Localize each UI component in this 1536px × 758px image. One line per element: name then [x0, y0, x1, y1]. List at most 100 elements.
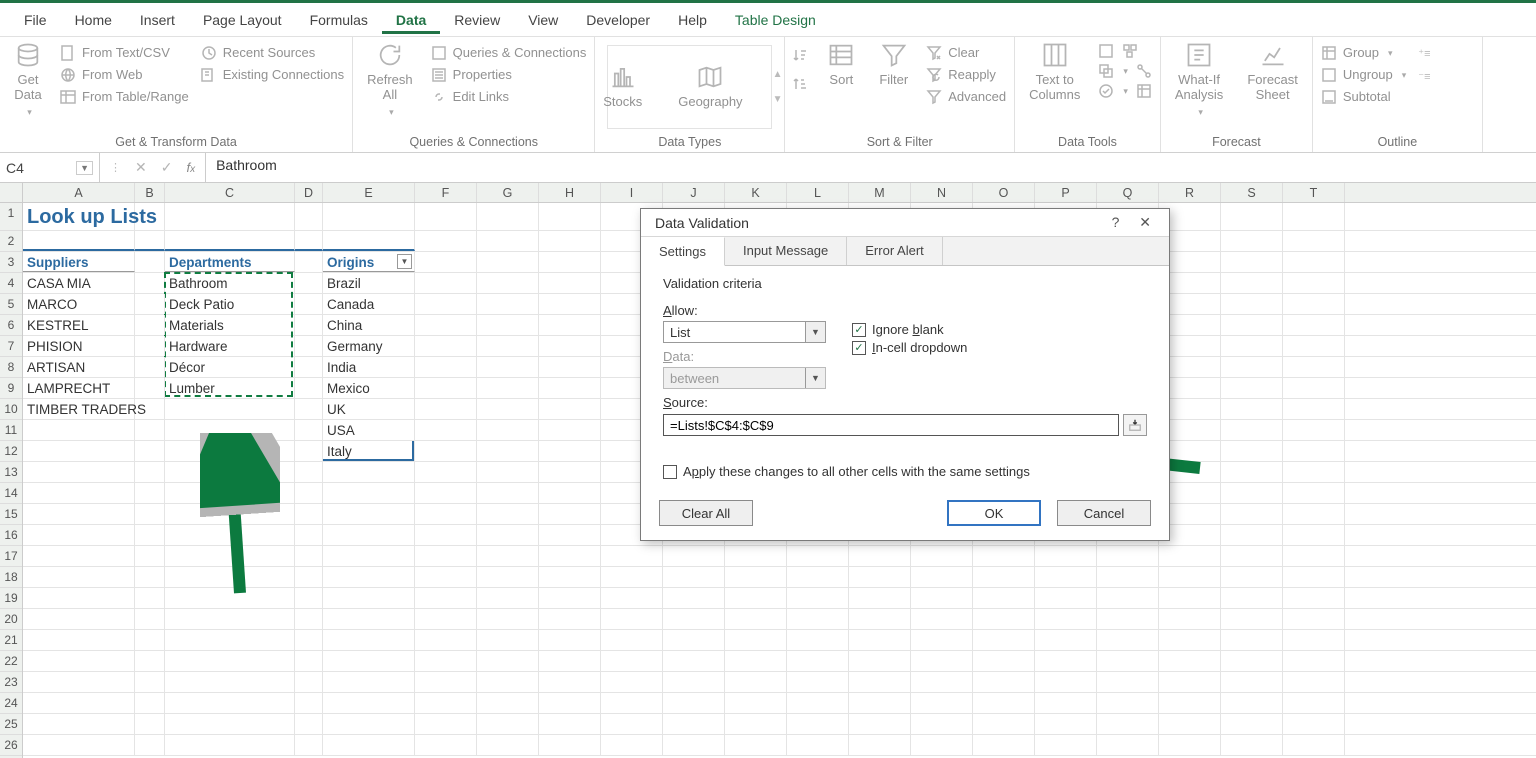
row-header-17[interactable]: 17 [0, 546, 22, 567]
cell-H21[interactable] [539, 630, 601, 650]
text-to-columns-button[interactable]: Text to Columns [1023, 41, 1086, 103]
cell-A5[interactable]: MARCO [23, 294, 135, 314]
tab-page-layout[interactable]: Page Layout [189, 6, 296, 34]
cell-C10[interactable] [165, 399, 295, 419]
cell-R24[interactable] [1159, 693, 1221, 713]
cell-B25[interactable] [135, 714, 165, 734]
whatif-button[interactable]: What-If Analysis [1169, 41, 1229, 117]
cell-S6[interactable] [1221, 315, 1283, 335]
cell-E12[interactable]: Italy [323, 441, 415, 461]
cell-H12[interactable] [539, 441, 601, 461]
cell-E8[interactable]: India [323, 357, 415, 377]
col-header-H[interactable]: H [539, 183, 601, 202]
clear-filter[interactable]: Clear [926, 43, 1006, 64]
cell-H23[interactable] [539, 672, 601, 692]
cell-E2[interactable] [323, 231, 415, 251]
cell-J21[interactable] [663, 630, 725, 650]
cell-D12[interactable] [295, 441, 323, 461]
cell-G11[interactable] [477, 420, 539, 440]
cell-G1[interactable] [477, 203, 539, 230]
row-header-15[interactable]: 15 [0, 504, 22, 525]
cell-D15[interactable] [295, 504, 323, 524]
cell-H13[interactable] [539, 462, 601, 482]
row-header-18[interactable]: 18 [0, 567, 22, 588]
cell-B13[interactable] [135, 462, 165, 482]
row-header-5[interactable]: 5 [0, 294, 22, 315]
cell-H11[interactable] [539, 420, 601, 440]
cell-I22[interactable] [601, 651, 663, 671]
row-header-10[interactable]: 10 [0, 399, 22, 420]
cell-L23[interactable] [787, 672, 849, 692]
cell-L20[interactable] [787, 609, 849, 629]
queries-connections[interactable]: Queries & Connections [431, 43, 587, 64]
cell-T16[interactable] [1283, 525, 1345, 545]
cell-C7[interactable]: Hardware [165, 336, 295, 356]
cell-G19[interactable] [477, 588, 539, 608]
cell-G10[interactable] [477, 399, 539, 419]
cell-M18[interactable] [849, 567, 911, 587]
cell-T22[interactable] [1283, 651, 1345, 671]
cell-R21[interactable] [1159, 630, 1221, 650]
cell-T5[interactable] [1283, 294, 1345, 314]
cell-J26[interactable] [663, 735, 725, 755]
col-header-G[interactable]: G [477, 183, 539, 202]
incell-dropdown-checkbox[interactable]: ✓In-cell dropdown [852, 340, 967, 355]
cell-E3[interactable]: Origins▼ [323, 252, 415, 272]
cell-G20[interactable] [477, 609, 539, 629]
cell-P24[interactable] [1035, 693, 1097, 713]
cell-A11[interactable] [23, 420, 135, 440]
cell-F22[interactable] [415, 651, 477, 671]
cell-A14[interactable] [23, 483, 135, 503]
cell-J25[interactable] [663, 714, 725, 734]
cell-B16[interactable] [135, 525, 165, 545]
cell-F21[interactable] [415, 630, 477, 650]
name-box[interactable]: C4 ▼ [0, 153, 100, 182]
cell-D13[interactable] [295, 462, 323, 482]
cell-M17[interactable] [849, 546, 911, 566]
dialog-help-icon[interactable]: ? [1104, 212, 1128, 232]
cell-D8[interactable] [295, 357, 323, 377]
cell-I19[interactable] [601, 588, 663, 608]
name-box-dropdown-icon[interactable]: ▼ [76, 161, 93, 175]
cell-C6[interactable]: Materials [165, 315, 295, 335]
cell-E24[interactable] [323, 693, 415, 713]
cell-T25[interactable] [1283, 714, 1345, 734]
cell-F24[interactable] [415, 693, 477, 713]
cell-J22[interactable] [663, 651, 725, 671]
cell-A23[interactable] [23, 672, 135, 692]
cell-C12[interactable] [165, 441, 295, 461]
cell-F7[interactable] [415, 336, 477, 356]
cell-H3[interactable] [539, 252, 601, 272]
cell-C9[interactable]: Lumber [165, 378, 295, 398]
col-header-N[interactable]: N [911, 183, 973, 202]
cell-F9[interactable] [415, 378, 477, 398]
cell-C17[interactable] [165, 546, 295, 566]
edit-links[interactable]: Edit Links [431, 87, 587, 108]
reapply-filter[interactable]: Reapply [926, 65, 1006, 86]
cell-F1[interactable] [415, 203, 477, 230]
cell-B7[interactable] [135, 336, 165, 356]
row-header-24[interactable]: 24 [0, 693, 22, 714]
col-header-O[interactable]: O [973, 183, 1035, 202]
cell-S1[interactable] [1221, 203, 1283, 230]
col-header-J[interactable]: J [663, 183, 725, 202]
hide-detail-icon[interactable]: ⁻≡ [1418, 70, 1430, 83]
col-header-K[interactable]: K [725, 183, 787, 202]
flash-fill[interactable] [1098, 43, 1114, 59]
cell-S25[interactable] [1221, 714, 1283, 734]
cell-T4[interactable] [1283, 273, 1345, 293]
cell-A7[interactable]: PHISION [23, 336, 135, 356]
cell-E17[interactable] [323, 546, 415, 566]
cell-A24[interactable] [23, 693, 135, 713]
cell-F8[interactable] [415, 357, 477, 377]
cell-E18[interactable] [323, 567, 415, 587]
cell-B14[interactable] [135, 483, 165, 503]
cell-B1[interactable] [135, 203, 165, 230]
cell-M26[interactable] [849, 735, 911, 755]
cell-S2[interactable] [1221, 231, 1283, 251]
cell-R26[interactable] [1159, 735, 1221, 755]
cell-J18[interactable] [663, 567, 725, 587]
cell-H15[interactable] [539, 504, 601, 524]
cell-F23[interactable] [415, 672, 477, 692]
row-header-1[interactable]: 1 [0, 203, 22, 231]
